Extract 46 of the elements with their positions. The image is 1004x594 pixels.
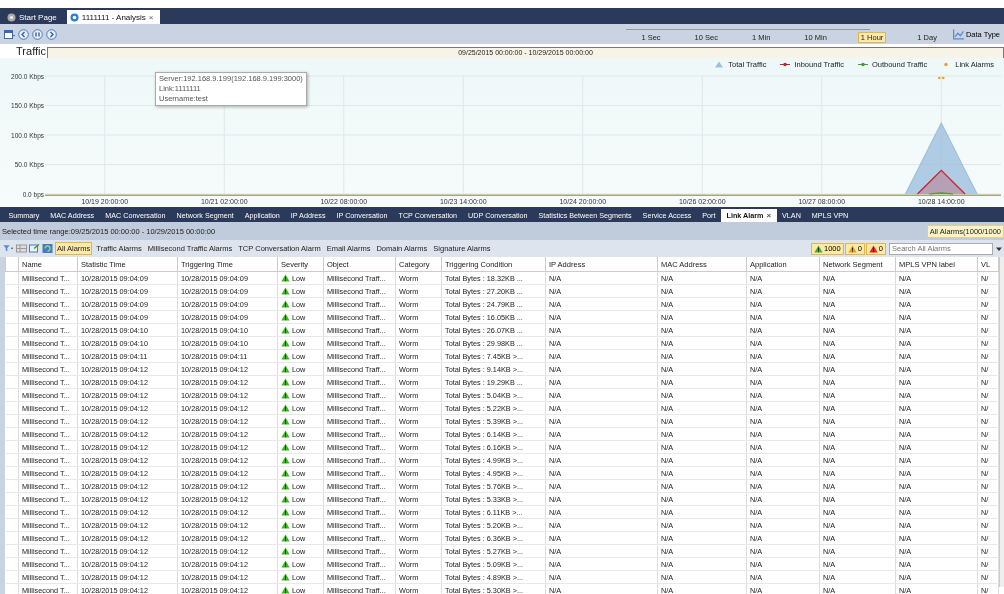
warning-triangle-icon: [281, 300, 290, 308]
legend-marker-icon: [714, 60, 725, 68]
warning-triangle-icon: [281, 547, 290, 555]
chart-title: Traffic: [15, 45, 46, 58]
warning-triangle-icon: [281, 404, 290, 412]
warning-triangle-icon: [813, 244, 823, 253]
warning-triangle-icon: [281, 495, 290, 503]
caret-icon[interactable]: [996, 245, 1002, 252]
calendar-icon: [4, 28, 15, 40]
close-icon[interactable]: ×: [766, 211, 772, 220]
line-chart-icon: [952, 28, 964, 40]
refresh-icon[interactable]: [42, 243, 53, 254]
warning-triangle-icon: [281, 365, 290, 373]
document-tab[interactable]: Start Page: [4, 10, 63, 24]
grid-icon[interactable]: [16, 243, 27, 254]
warning-triangle-icon: [281, 287, 290, 295]
alarm-marker-drawing: [937, 76, 945, 80]
next-button[interactable]: [46, 28, 57, 40]
warning-triangle-icon: [281, 391, 290, 399]
close-icon[interactable]: ×: [148, 12, 154, 22]
warning-triangle-icon: [281, 534, 290, 542]
warning-triangle-icon: [281, 274, 290, 282]
warning-triangle-icon: [281, 378, 290, 386]
warning-triangle-icon: [281, 521, 290, 529]
filter-icon[interactable]: [3, 243, 14, 254]
warning-triangle-icon: [281, 586, 290, 594]
warning-triangle-icon: [281, 560, 290, 568]
warning-triangle-icon: [868, 244, 878, 253]
warning-triangle-icon: [281, 482, 290, 490]
warning-triangle-icon: [281, 469, 290, 477]
document-tab[interactable]: 1111111 - Analysis ×: [66, 10, 160, 24]
warning-triangle-icon: [281, 417, 290, 425]
previous-button[interactable]: [18, 28, 29, 40]
warning-triangle-icon: [281, 573, 290, 581]
warning-triangle-icon: [281, 456, 290, 464]
warning-triangle-icon: [281, 430, 290, 438]
legend-marker-icon: [780, 60, 791, 68]
warning-triangle-icon: [281, 326, 290, 334]
warning-triangle-icon: [281, 508, 290, 516]
warning-triangle-icon: [281, 352, 290, 360]
warning-triangle-icon: [847, 244, 857, 253]
warning-triangle-icon: [281, 313, 290, 321]
warning-triangle-icon: [281, 443, 290, 451]
warning-triangle-icon: [281, 339, 290, 347]
legend-marker-icon: [857, 60, 868, 68]
pause-button[interactable]: [32, 28, 43, 40]
